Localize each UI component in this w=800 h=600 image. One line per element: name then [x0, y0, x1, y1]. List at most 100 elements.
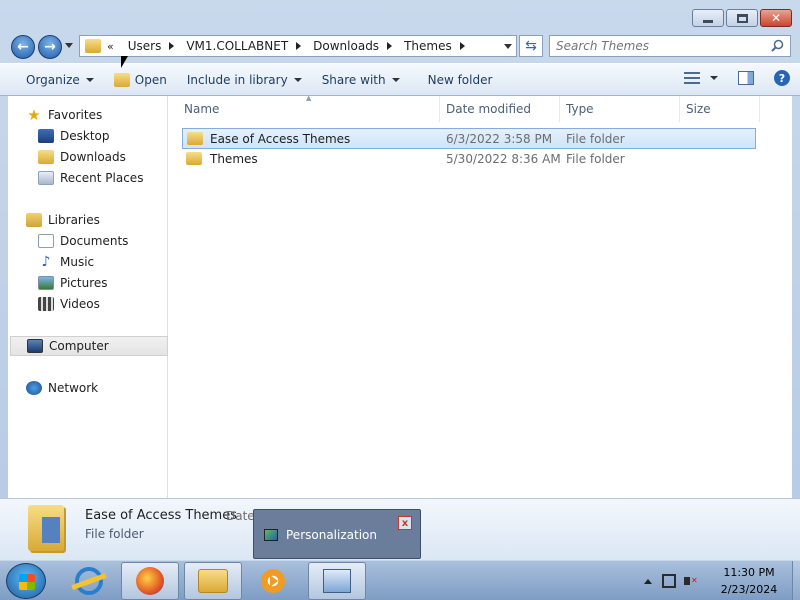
search-input[interactable] — [550, 36, 760, 56]
refresh-icon: ⇆ — [525, 38, 537, 54]
recent-places-icon — [38, 171, 54, 185]
nav-music[interactable]: ♪ Music — [38, 252, 196, 272]
details-date-label: Date — [226, 509, 255, 523]
control-panel-icon — [323, 569, 351, 593]
chevron-right-icon[interactable] — [387, 42, 393, 50]
folder-icon — [186, 152, 202, 165]
open-button[interactable]: Open — [104, 68, 177, 92]
system-tray: 11:30 PM 2/23/2024 — [644, 561, 800, 600]
breadcrumb-overflow[interactable]: « — [107, 40, 114, 53]
show-hidden-icons-icon[interactable] — [644, 578, 652, 584]
file-type: File folder — [566, 132, 625, 146]
folder-icon — [187, 132, 203, 145]
column-header-size[interactable]: Size — [680, 96, 760, 122]
breadcrumb-themes[interactable]: Themes — [398, 39, 467, 53]
title-bar[interactable]: ✕ — [0, 0, 800, 32]
breadcrumb-downloads[interactable]: Downloads — [307, 39, 394, 53]
volume-muted-icon[interactable] — [684, 574, 698, 588]
start-button[interactable] — [6, 563, 46, 599]
nav-downloads[interactable]: Downloads — [38, 147, 196, 167]
clock-time: 11:30 PM — [723, 566, 775, 579]
details-name: Ease of Access Themes — [85, 508, 237, 523]
downloads-folder-icon — [38, 150, 54, 164]
share-with-button[interactable]: Share with — [312, 68, 410, 92]
taskbar-firefox[interactable] — [121, 562, 179, 600]
nav-favorites[interactable]: ★ Favorites — [26, 105, 184, 125]
close-button[interactable]: ✕ — [760, 9, 792, 27]
breadcrumb-vm1-collabnet[interactable]: VM1.COLLABNET — [180, 39, 303, 53]
chevron-right-icon[interactable] — [169, 42, 175, 50]
libraries-icon — [26, 213, 42, 227]
open-icon — [113, 72, 130, 87]
caret-down-icon — [85, 77, 94, 82]
clock[interactable]: 11:30 PM 2/23/2024 — [716, 564, 782, 598]
media-player-icon — [261, 569, 285, 593]
network-status-icon[interactable] — [662, 574, 676, 588]
popup-close-button[interactable]: x — [398, 516, 412, 530]
clock-date: 2/23/2024 — [720, 583, 778, 596]
nav-computer[interactable]: Computer — [10, 336, 168, 356]
column-header-date-modified[interactable]: Date modified — [440, 96, 560, 122]
file-row[interactable]: Ease of Access Themes 6/3/2022 3:58 PM F… — [182, 128, 756, 149]
documents-icon — [38, 234, 54, 248]
refresh-button[interactable]: ⇆ — [519, 35, 543, 57]
taskbar: 11:30 PM 2/23/2024 — [0, 560, 800, 600]
popup-item[interactable]: Personalization — [264, 522, 412, 548]
nav-desktop[interactable]: Desktop — [38, 126, 196, 146]
address-dropdown[interactable] — [504, 44, 512, 49]
file-list: ▲ Name Date modified Type Size Ease of A… — [178, 94, 792, 498]
window-controls: ✕ — [692, 9, 792, 27]
folder-thumbnail-icon — [28, 505, 64, 551]
maximize-icon — [736, 13, 748, 23]
taskbar-internet-explorer[interactable] — [60, 562, 118, 600]
file-type: File folder — [566, 152, 625, 166]
popup-title: Personalization — [286, 528, 377, 542]
nav-libraries[interactable]: Libraries — [26, 210, 184, 230]
organize-button[interactable]: Organize — [16, 68, 104, 92]
taskbar-media-player[interactable] — [244, 562, 302, 600]
taskbar-control-panel[interactable] — [308, 562, 366, 600]
chevron-right-icon[interactable] — [459, 42, 465, 50]
show-desktop-button[interactable] — [792, 561, 800, 600]
change-view-button[interactable] — [684, 72, 718, 84]
minimize-button[interactable] — [692, 9, 724, 27]
column-header-type[interactable]: Type — [560, 96, 680, 122]
taskbar-windows-explorer[interactable] — [184, 562, 242, 600]
windows-explorer-icon — [198, 569, 228, 593]
windows-logo-icon — [19, 574, 35, 590]
back-button[interactable]: ← — [11, 35, 35, 59]
forward-button[interactable]: → — [38, 35, 62, 59]
search-icon[interactable] — [771, 39, 784, 52]
arrow-left-icon: ← — [17, 39, 29, 55]
breadcrumb-users[interactable]: Users — [122, 39, 177, 53]
include-in-library-button[interactable]: Include in library — [177, 68, 312, 92]
new-folder-button[interactable]: New folder — [418, 68, 503, 92]
internet-explorer-icon — [75, 567, 103, 595]
taskbar-thumbnail-popup[interactable]: Personalization x — [253, 509, 421, 559]
nav-network[interactable]: Network — [26, 378, 184, 398]
nav-videos[interactable]: Videos — [38, 294, 196, 314]
mouse-cursor-icon — [121, 56, 128, 68]
chevron-right-icon[interactable] — [296, 42, 302, 50]
personalization-icon — [264, 529, 278, 541]
nav-documents[interactable]: Documents — [38, 231, 196, 251]
search-box[interactable] — [549, 35, 791, 57]
network-icon — [26, 381, 42, 395]
help-icon[interactable]: ? — [774, 70, 790, 86]
caret-down-icon — [293, 77, 302, 82]
content-area: ★ Favorites Desktop Downloads Recent Plac… — [8, 94, 792, 498]
maximize-button[interactable] — [726, 9, 758, 27]
preview-pane-icon[interactable] — [738, 71, 754, 85]
nav-recent-places[interactable]: Recent Places — [38, 168, 196, 188]
music-icon: ♪ — [41, 254, 51, 270]
computer-icon — [27, 339, 43, 353]
toolbar-right: ? — [684, 70, 790, 86]
address-bar[interactable]: « Users VM1.COLLABNET Downloads Themes — [79, 35, 517, 57]
file-row[interactable]: Themes 5/30/2022 8:36 AM File folder — [182, 149, 756, 170]
caret-down-icon — [391, 77, 400, 82]
details-type: File folder — [85, 527, 144, 541]
recent-pages-dropdown[interactable] — [65, 43, 73, 48]
nav-pictures[interactable]: Pictures — [38, 273, 196, 293]
arrow-right-icon: → — [44, 39, 56, 55]
column-header-name[interactable]: Name — [178, 96, 440, 122]
